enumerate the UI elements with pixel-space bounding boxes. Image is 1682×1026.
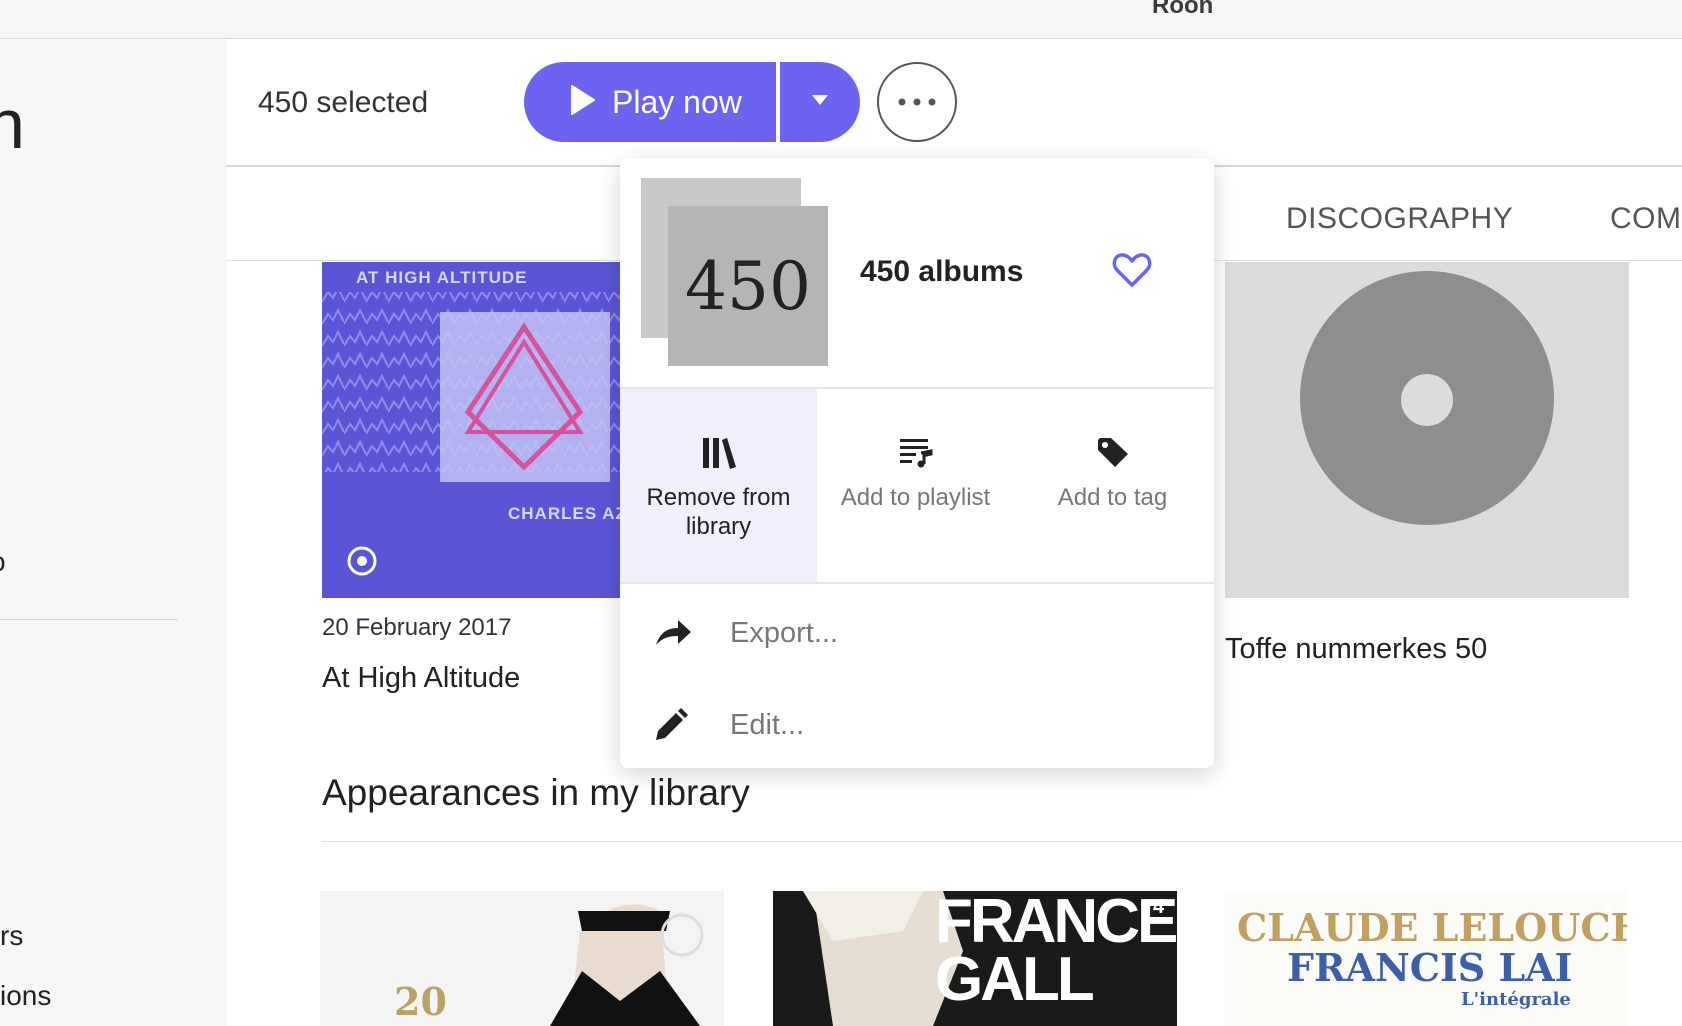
export-label: Export... [730,616,838,649]
edit-menu-item[interactable]: Edit... [620,680,1214,770]
section-heading: Appearances in my library [322,772,750,813]
add-to-tag-button[interactable]: Add to tag [1014,389,1211,582]
menu-divider [620,582,1214,584]
remove-from-library-label: Remove from library [646,484,791,540]
album-date: 20 February 2017 [322,614,512,641]
album-title[interactable]: At High Altitude [322,662,520,695]
add-to-tag-label: Add to tag [1057,484,1168,511]
album-cover-text: FRANCE GALL [935,891,1177,1014]
play-now-label: Play now [612,83,742,120]
sidebar-item-fragment[interactable]: ions [0,980,51,1012]
tab-compositions[interactable]: COM [1610,202,1682,236]
disc-icon [1300,271,1554,525]
add-to-playlist-button[interactable]: Add to playlist [817,389,1014,582]
sidebar [0,39,226,1026]
album-title[interactable]: Toffe nummerkes 50 [1225,633,1487,666]
sidebar-item-fragment[interactable]: o [0,546,6,578]
app-title: Roon [1152,0,1214,19]
favorite-button[interactable] [1112,252,1152,293]
sidebar-heading-fragment: n [0,85,25,163]
more-options-button[interactable] [877,62,957,142]
heart-outline-icon [1112,253,1152,292]
tab-discography[interactable]: DISCOGRAPHY [1286,202,1513,236]
play-options-button[interactable] [780,62,860,142]
selection-stack-front: 450 [668,206,828,366]
selection-count: 450 selected [258,86,429,119]
pencil-icon [654,708,722,742]
play-icon [570,84,596,120]
album-cover[interactable]: FRANCE GALL [773,891,1177,1026]
tag-icon [1096,433,1130,473]
album-art [322,262,622,598]
album-cover-text: FRANCIS LAI [1287,945,1573,990]
album-cover-at-high-altitude[interactable] [322,262,622,598]
album-cover-text: CLAUDE LELOUCH [1237,905,1627,950]
add-to-playlist-label: Add to playlist [840,484,991,511]
sidebar-divider [0,619,178,620]
album-cover-placeholder[interactable] [1225,262,1629,598]
album-cover-text-line: GALL [935,945,1095,1014]
export-menu-item[interactable]: Export... [620,588,1214,678]
more-horizontal-icon [897,93,937,111]
caret-down-icon [811,93,829,111]
section-divider [322,841,1682,842]
disc-count-badge: 2 [1603,896,1615,918]
album-cover[interactable]: 20 [320,891,724,1026]
album-art [320,891,724,1026]
playlist-add-icon [899,433,933,473]
album-cover-title-text: AT HIGH ALTITUDE [356,268,528,287]
selection-albums-label: 450 albums [860,255,1024,288]
selection-count-number: 450 [685,247,811,325]
album-cover-text: 20 [394,979,447,1024]
album-cover[interactable]: CLAUDE LELOUCH FRANCIS LAI L'intégrale [1223,891,1627,1026]
play-now-button[interactable]: Play now [524,62,776,142]
album-cover-text: L'intégrale [1461,989,1571,1010]
edit-label: Edit... [730,708,805,741]
title-bar [0,0,1682,39]
disc-count-badge: 4 [1153,896,1165,918]
share-arrow-icon [654,618,722,648]
sidebar-item-fragment[interactable]: rs [0,920,23,952]
album-cover-text-line: FRANCE [935,891,1177,956]
library-books-icon [702,433,736,473]
album-cover-artist-text: CHARLES AZ [508,504,627,523]
remove-from-library-button[interactable]: Remove from library [620,389,817,582]
